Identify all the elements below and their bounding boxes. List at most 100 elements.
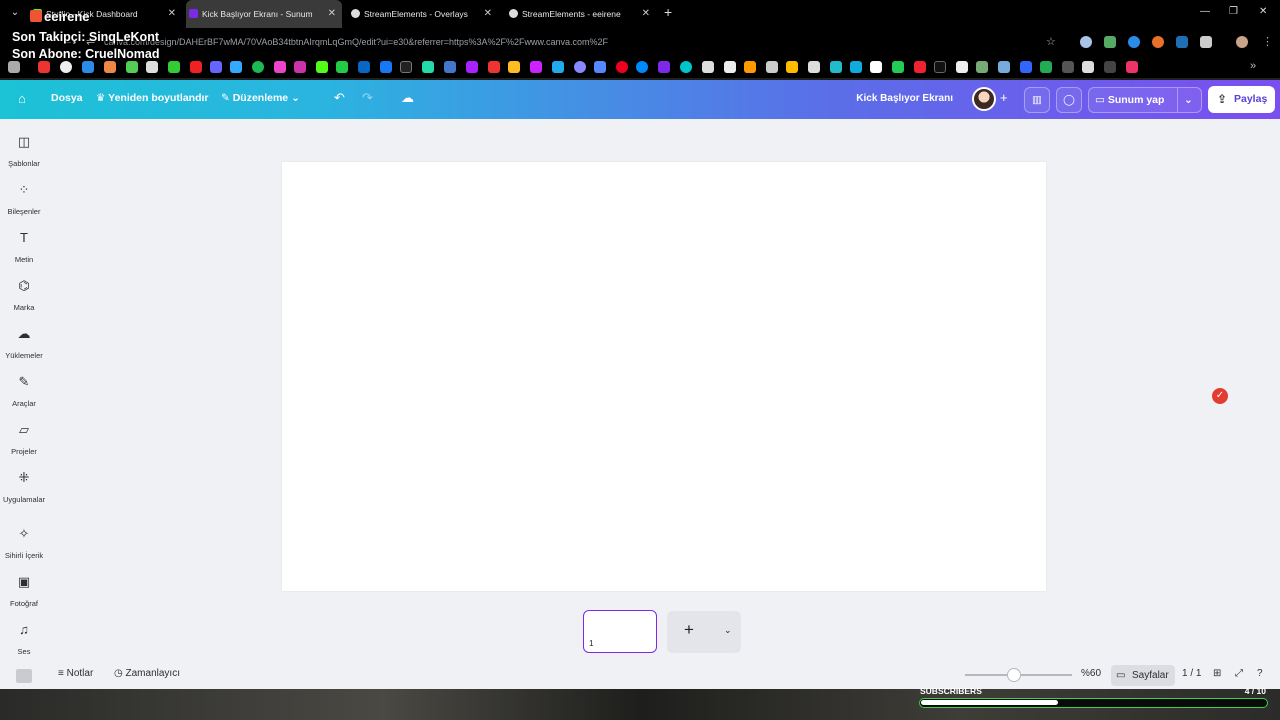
resize-button[interactable]: ♛ Yeniden boyutlandır (96, 92, 209, 104)
page-thumbnail[interactable]: 1 (583, 610, 657, 653)
bookmark-icon[interactable] (168, 61, 180, 73)
bookmark-icon[interactable] (466, 61, 478, 73)
sidebar-item-tools[interactable]: ✎ Araçlar (0, 373, 48, 408)
bookmark-icon[interactable] (60, 61, 72, 73)
bookmark-icon[interactable] (1062, 61, 1074, 73)
share-button[interactable]: ⇪ Paylaş (1208, 86, 1275, 113)
profile-avatar-icon[interactable] (1236, 36, 1248, 48)
bookmark-icon[interactable] (892, 61, 904, 73)
bookmark-icon[interactable] (1020, 61, 1032, 73)
extension-icon[interactable] (1128, 36, 1140, 48)
extension-icon[interactable] (1152, 36, 1164, 48)
file-menu-button[interactable]: Dosya (51, 92, 83, 104)
bookmark-icon[interactable] (870, 61, 882, 73)
timer-button[interactable]: ◷ Zamanlayıcı (114, 668, 180, 679)
maximize-icon[interactable]: ❐ (1229, 6, 1238, 17)
bookmark-icon[interactable] (230, 61, 242, 73)
bookmark-icon[interactable] (82, 61, 94, 73)
redo-icon[interactable]: ↷ (362, 90, 373, 106)
sidebar-item-uploads[interactable]: ☁ Yüklemeler (0, 325, 48, 360)
bookmark-icon[interactable] (744, 61, 756, 73)
bookmark-icon[interactable] (998, 61, 1010, 73)
pages-button[interactable]: ▭ Sayfalar (1111, 665, 1175, 686)
bookmark-icon[interactable] (1082, 61, 1094, 73)
close-icon[interactable]: ✕ (168, 0, 176, 28)
user-thumbnail[interactable] (16, 669, 32, 683)
add-collaborator-icon[interactable]: + (1000, 90, 1008, 105)
insights-button[interactable]: ▥ (1024, 87, 1050, 113)
design-canvas[interactable] (282, 162, 1046, 591)
close-icon[interactable]: ✕ (484, 0, 492, 28)
grid-view-icon[interactable]: ⊞ (1213, 668, 1221, 679)
bookmark-icon[interactable] (252, 61, 264, 73)
bookmark-icon[interactable] (336, 61, 348, 73)
fullscreen-icon[interactable]: ⤢ (1235, 668, 1243, 679)
floating-app-icon[interactable]: ✓ (1212, 388, 1228, 404)
extension-icon[interactable] (1080, 36, 1092, 48)
zoom-slider-handle[interactable] (1007, 668, 1021, 682)
close-icon[interactable]: ✕ (642, 0, 650, 28)
bookmark-icon[interactable] (724, 61, 736, 73)
comments-button[interactable]: ◯ (1056, 87, 1082, 113)
url-field[interactable]: canva.com/design/DAHErBF7wMA/70VAoB34tbt… (104, 37, 608, 47)
browser-menu-icon[interactable]: ⋮ (1262, 35, 1273, 48)
bookmark-icon[interactable] (1104, 61, 1116, 73)
bookmark-star-icon[interactable]: ☆ (1046, 35, 1056, 48)
bookmark-icon[interactable] (702, 61, 714, 73)
bookmark-icon[interactable] (680, 61, 692, 73)
bookmark-icon[interactable] (190, 61, 202, 73)
new-tab-icon[interactable]: + (664, 4, 672, 20)
extension-icon[interactable] (1104, 36, 1116, 48)
chevron-down-icon[interactable]: ⌄ (1177, 88, 1193, 112)
bookmark-icon[interactable] (274, 61, 286, 73)
bookmark-icon[interactable] (104, 61, 116, 73)
apps-grid-icon[interactable] (8, 61, 20, 73)
help-icon[interactable]: ? (1257, 668, 1263, 679)
window-close-icon[interactable]: ✕ (1259, 6, 1267, 17)
tab-streamelements-user[interactable]: StreamElements - eeirene ✕ (506, 0, 656, 28)
zoom-level[interactable]: %60 (1081, 668, 1101, 679)
bookmark-icon[interactable] (914, 61, 926, 73)
bookmark-icon[interactable] (380, 61, 392, 73)
bookmark-icon[interactable] (934, 61, 946, 73)
bookmark-icon[interactable] (616, 61, 628, 73)
bookmark-icon[interactable] (808, 61, 820, 73)
bookmark-icon[interactable] (38, 61, 50, 73)
bookmark-icon[interactable] (422, 61, 434, 73)
notes-button[interactable]: ≡ Notlar (58, 668, 93, 679)
sidebar-item-brand[interactable]: ⌬ Marka (0, 277, 48, 312)
tab-canva-design[interactable]: Kick Başlıyor Ekranı - Sunum ✕ (186, 0, 342, 28)
sidebar-item-magic[interactable]: ✧ Sihirli İçerik (0, 525, 48, 560)
bookmark-icon[interactable] (636, 61, 648, 73)
design-title[interactable]: Kick Başlıyor Ekranı (856, 93, 953, 104)
bookmark-icon[interactable] (658, 61, 670, 73)
bookmark-icon[interactable] (530, 61, 542, 73)
sidebar-item-elements[interactable]: ⁘ Bileşenler (0, 181, 48, 216)
minimize-icon[interactable]: — (1200, 6, 1210, 17)
cloud-save-icon[interactable]: ☁ (401, 90, 414, 106)
bookmark-icon[interactable] (358, 61, 370, 73)
home-icon[interactable]: ⌂ (18, 91, 26, 106)
tab-search-icon[interactable]: ⌄ (8, 6, 22, 20)
chevron-down-icon[interactable]: ⌄ (724, 625, 732, 636)
add-page-button[interactable]: + ⌄ (667, 611, 741, 653)
extensions-puzzle-icon[interactable] (1200, 36, 1212, 48)
bookmark-icon[interactable] (830, 61, 842, 73)
bookmark-icon[interactable] (850, 61, 862, 73)
bookmark-icon[interactable] (210, 61, 222, 73)
bookmark-icon[interactable] (956, 61, 968, 73)
present-button[interactable]: ▭ Sunum yap ⌄ (1088, 87, 1202, 113)
bookmark-icon[interactable] (488, 61, 500, 73)
sidebar-item-projects[interactable]: ▱ Projeler (0, 421, 48, 456)
bookmark-icon[interactable] (294, 61, 306, 73)
bookmark-icon[interactable] (594, 61, 606, 73)
sidebar-item-apps[interactable]: ⁜ Uygulamalar (0, 469, 48, 504)
avatar[interactable] (972, 87, 996, 111)
extension-icon[interactable] (1176, 36, 1188, 48)
bookmark-icon[interactable] (1126, 61, 1138, 73)
bookmark-icon[interactable] (976, 61, 988, 73)
sidebar-item-text[interactable]: T Metin (0, 229, 48, 264)
bookmark-icon[interactable] (552, 61, 564, 73)
edit-mode-button[interactable]: ✎ Düzenleme ⌄ (221, 92, 300, 104)
bookmark-icon[interactable] (508, 61, 520, 73)
